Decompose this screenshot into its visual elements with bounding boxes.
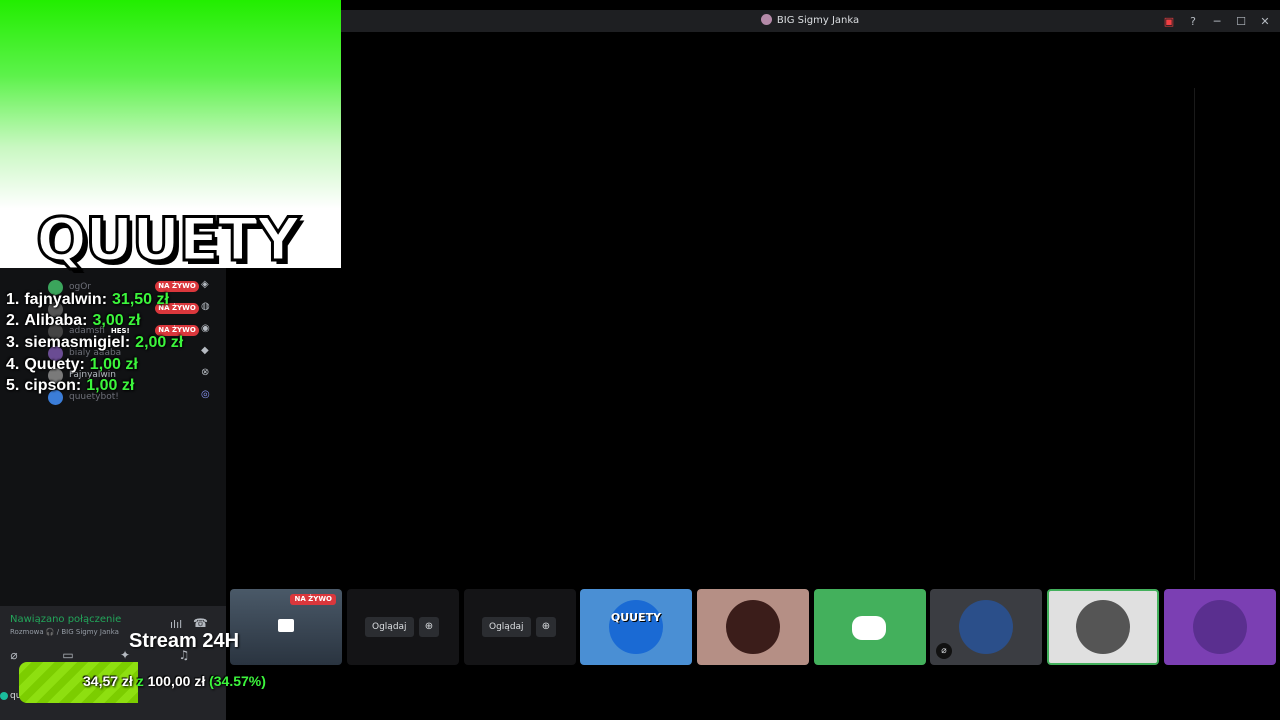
leaderboard-row: 3. siemasmigiel: 2,00 zł xyxy=(6,332,183,354)
rank: 5. xyxy=(6,377,20,395)
screen-icon xyxy=(278,619,294,632)
donor-name: siemasmigiel: xyxy=(24,333,131,351)
donation-amount: 31,50 zł xyxy=(112,290,169,308)
activity-icon: ◆ xyxy=(201,345,209,356)
avatar-text: QUUETY xyxy=(610,611,662,624)
donor-name: cipson: xyxy=(24,377,82,395)
popout-icon[interactable]: ⊕ xyxy=(536,617,556,637)
live-badge: NA ŻYWO xyxy=(290,594,336,605)
donation-amount: 3,00 zł xyxy=(92,312,141,330)
screen-share-icon[interactable]: ▣ xyxy=(1160,13,1178,29)
channel-logo: QUUETY xyxy=(35,204,302,277)
avatar xyxy=(726,600,780,654)
avatar xyxy=(959,600,1013,654)
chat-icon: ◍ xyxy=(201,301,210,312)
xbox-icon: ⊗ xyxy=(201,367,210,378)
participant-tile[interactable] xyxy=(697,589,809,665)
server-icon xyxy=(760,14,772,25)
avatar xyxy=(1076,600,1130,654)
maximize-button[interactable]: ☐ xyxy=(1232,13,1250,29)
leaderboard-row: 2. Alibaba: 3,00 zł xyxy=(6,311,183,333)
participant-tile[interactable]: QUUETY xyxy=(580,589,692,665)
minimize-button[interactable]: ─ xyxy=(1208,13,1226,29)
stage-divider xyxy=(1194,88,1195,580)
donation-amount: 1,00 zł xyxy=(86,377,135,395)
donation-leaderboard: 1. fajnyalwin: 31,50 zł 2. Alibaba: 3,00 zł … xyxy=(6,289,183,397)
discord-icon xyxy=(852,616,886,640)
watch-button[interactable]: Oglądaj xyxy=(365,617,414,637)
donor-name: Alibaba: xyxy=(24,312,88,330)
donation-amount: 1,00 zł xyxy=(89,355,138,373)
donor-name: Quuety: xyxy=(24,355,85,373)
participant-tile[interactable] xyxy=(814,589,926,665)
window-title-text: BIG Sigmy Janka xyxy=(776,15,860,26)
goal-percent: (34.57%) xyxy=(209,673,266,689)
rank: 2. xyxy=(6,312,20,330)
rank: 1. xyxy=(6,290,20,308)
title-bar: BIG Sigmy Janka ▣ ? ─ ☐ ✕ xyxy=(340,10,1280,32)
stream-tile[interactable]: Oglądaj ⊕ xyxy=(464,589,576,665)
activity-icon: ◈ xyxy=(201,279,209,290)
leaderboard-row: 5. cipson: 1,00 zł xyxy=(6,375,183,397)
goal-target: 100,00 zł xyxy=(147,673,206,689)
participant-tile[interactable] xyxy=(1047,589,1159,665)
goal-text: 34,57 zł z 100,00 zł (34.57%) xyxy=(83,673,266,689)
donor-name: fajnyalwin: xyxy=(24,290,108,308)
stream-tile[interactable]: NA ŻYWO xyxy=(230,589,342,665)
game-icon: ◉ xyxy=(201,323,210,334)
help-icon[interactable]: ? xyxy=(1184,13,1202,29)
connection-status: Nawiązano połączenie xyxy=(10,614,122,625)
video-off-icon: ⌀ xyxy=(936,643,952,659)
goal-separator: z xyxy=(136,673,144,689)
goal-current: 34,57 zł xyxy=(83,673,133,689)
controller-icon: ◎ xyxy=(201,389,210,400)
rank: 3. xyxy=(6,333,20,351)
leaderboard-row: 4. Quuety: 1,00 zł xyxy=(6,354,183,376)
rank: 4. xyxy=(6,355,20,373)
popout-icon[interactable]: ⊕ xyxy=(419,617,439,637)
stream-tile[interactable]: Oglądaj ⊕ xyxy=(347,589,459,665)
window-title: BIG Sigmy Janka xyxy=(340,14,1280,26)
avatar[interactable] xyxy=(0,692,8,700)
stream-title: Stream 24H xyxy=(129,630,240,652)
disconnect-icon[interactable]: ☎ xyxy=(193,616,208,630)
donation-amount: 2,00 zł xyxy=(135,333,184,351)
avatar xyxy=(1193,600,1247,654)
channel-path[interactable]: Rozmowa 🎧 / BIG Sigmy Janka xyxy=(10,628,119,636)
participant-tile[interactable] xyxy=(1164,589,1276,665)
participant-tile[interactable]: ⌀ xyxy=(930,589,1042,665)
close-button[interactable]: ✕ xyxy=(1256,13,1274,29)
avatar xyxy=(609,600,663,654)
leaderboard-row: 1. fajnyalwin: 31,50 zł xyxy=(6,289,183,311)
watch-button[interactable]: Oglądaj xyxy=(482,617,531,637)
